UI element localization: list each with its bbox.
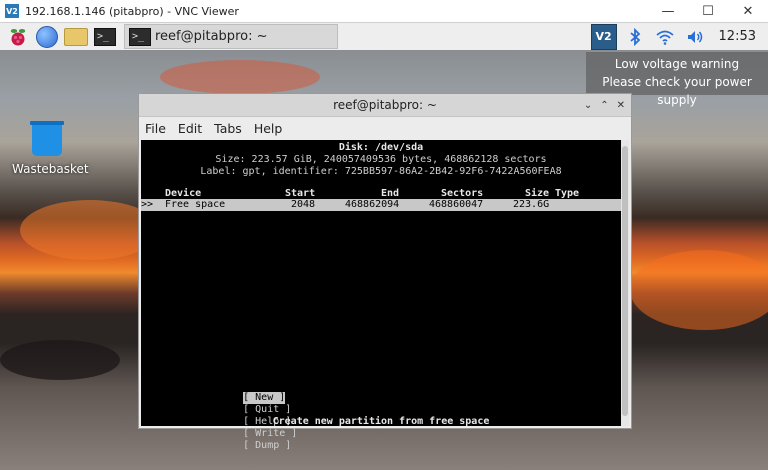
row-device: Free space — [165, 199, 226, 210]
action-write[interactable]: [ Write ] — [243, 428, 297, 440]
vnc-titlebar: V2 192.168.1.146 (pitabpro) - VNC Viewer… — [0, 0, 768, 23]
maximize-button[interactable]: ☐ — [688, 0, 728, 22]
taskbar-panel: >_ >_ reef@pitabpro: ~ V2 12:53 — [0, 23, 768, 50]
vnc-logo-icon: V2 — [5, 4, 19, 18]
disk-name: Disk: /dev/sda — [338, 142, 424, 153]
taskbar-terminal-task[interactable]: >_ reef@pitabpro: ~ — [124, 24, 339, 49]
menu-tabs[interactable]: Tabs — [214, 121, 242, 136]
row-size: 223.6G — [513, 199, 550, 210]
close-button[interactable]: ✕ — [728, 0, 768, 22]
notification-title: Low voltage warning — [614, 57, 740, 71]
cloud-decoration — [0, 340, 120, 380]
status-line: Create new partition from free space — [272, 416, 490, 427]
bluetooth-icon[interactable] — [625, 27, 645, 47]
action-dump[interactable]: [ Dump ] — [243, 440, 291, 452]
low-voltage-notification[interactable]: Low voltage warning Please check your po… — [586, 52, 768, 107]
terminal-close-button[interactable]: ✕ — [617, 100, 625, 111]
minimize-button[interactable]: — — [648, 0, 688, 22]
disk-label: Label: gpt, identifier: 725BB597-86A2-2B… — [200, 166, 562, 177]
terminal-menubar: File Edit Tabs Help — [139, 117, 631, 139]
wifi-icon[interactable] — [655, 27, 675, 47]
volume-icon[interactable] — [685, 27, 705, 47]
cloud-decoration — [160, 60, 320, 94]
vnc-tray-icon[interactable]: V2 — [590, 23, 617, 50]
terminal-screen[interactable]: Disk: /dev/sda Size: 223.57 GiB, 2400574… — [141, 140, 621, 451]
task-label: reef@pitabpro: ~ — [155, 29, 268, 44]
menu-help[interactable]: Help — [254, 121, 283, 136]
terminal-titlebar[interactable]: reef@pitabpro: ~ ⌄ ⌃ ✕ — [139, 94, 631, 117]
row-sectors: 468860047 — [429, 199, 484, 210]
action-quit[interactable]: [ Quit ] — [243, 404, 291, 416]
terminal-scrollbar[interactable] — [621, 140, 629, 426]
vnc-window-title: 192.168.1.146 (pitabpro) - VNC Viewer — [25, 4, 239, 18]
scrollbar-thumb[interactable] — [622, 146, 628, 416]
folder-icon[interactable] — [64, 27, 88, 46]
cloud-decoration — [630, 250, 768, 330]
row-cursor: >> — [141, 199, 154, 210]
row-start: 2048 — [291, 199, 316, 210]
partition-row-selected[interactable]: >> Free space 2048 468862094 468860047 2… — [141, 199, 621, 211]
menu-file[interactable]: File — [145, 121, 166, 136]
terminal-task-icon: >_ — [129, 27, 151, 46]
menu-edit[interactable]: Edit — [178, 121, 202, 136]
wastebasket-label: Wastebasket — [12, 162, 89, 176]
row-end: 468862094 — [345, 199, 400, 210]
globe-icon[interactable] — [36, 25, 58, 48]
disk-size: Size: 223.57 GiB, 240057409536 bytes, 46… — [215, 154, 547, 165]
terminal-window: reef@pitabpro: ~ ⌄ ⌃ ✕ File Edit Tabs He… — [138, 93, 632, 451]
wastebasket-icon — [30, 121, 64, 156]
wastebasket-desktop-icon[interactable]: Wastebasket — [12, 121, 89, 176]
action-new[interactable]: [ New ] — [243, 392, 286, 404]
raspberry-icon[interactable] — [8, 27, 28, 47]
terminal-title: reef@pitabpro: ~ — [333, 98, 437, 112]
terminal-icon[interactable]: >_ — [94, 27, 116, 46]
terminal-maximize-button[interactable]: ⌃ — [600, 100, 608, 111]
clock[interactable]: 12:53 — [719, 29, 756, 44]
terminal-minimize-button[interactable]: ⌄ — [584, 100, 592, 111]
